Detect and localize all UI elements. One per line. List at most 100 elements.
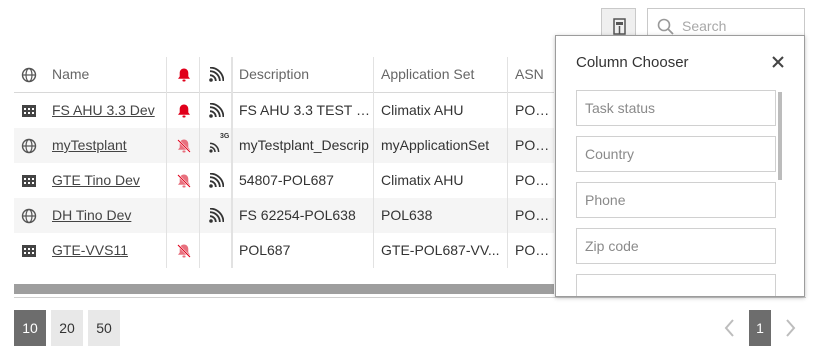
page-size-10[interactable]: 10	[14, 310, 46, 346]
table-row[interactable]: GTE-VVS11 POL687 GTE-POL687-VV... POL68	[14, 233, 554, 268]
plant-link[interactable]: GTE Tino Dev	[52, 172, 140, 188]
type-cell	[14, 233, 44, 268]
header-communication-column[interactable]	[200, 57, 232, 92]
application-set-cell: Climatix AHU	[381, 102, 464, 118]
header-asn[interactable]: ASN	[515, 57, 554, 92]
close-button[interactable]	[768, 52, 788, 72]
search-icon	[657, 18, 674, 35]
type-cell	[14, 163, 44, 198]
column-divider	[166, 57, 167, 268]
building-icon	[21, 103, 37, 119]
plant-link[interactable]: DH Tino Dev	[52, 207, 131, 223]
communication-cell	[200, 233, 232, 268]
header-description[interactable]: Description	[239, 57, 374, 92]
type-cell	[14, 93, 44, 128]
type-cell	[14, 128, 44, 163]
application-set-cell: Climatix AHU	[381, 172, 464, 188]
communication-cell	[200, 198, 232, 233]
plant-link[interactable]: GTE-VVS11	[52, 242, 128, 258]
alarm-cell	[168, 93, 200, 128]
footer-divider	[14, 297, 806, 298]
signal-icon	[209, 66, 224, 82]
globe-icon	[21, 67, 37, 82]
bell-muted-icon	[176, 243, 192, 259]
header-application-set[interactable]: Application Set	[381, 57, 506, 92]
signal-icon	[208, 172, 224, 189]
asn-cell: POL63	[515, 102, 554, 118]
building-icon	[21, 243, 37, 259]
alarm-cell	[168, 233, 200, 268]
chooser-field-zip-code[interactable]: Zip code	[576, 228, 776, 264]
alarm-cell	[168, 128, 200, 163]
signal-3g-icon: 3G	[208, 133, 229, 154]
column-chooser-title: Column Chooser	[576, 54, 689, 71]
asn-cell: POL68	[515, 242, 554, 258]
table-row[interactable]: GTE Tino Dev 54807-POL687 Climatix AHU POL6…	[14, 163, 554, 198]
page-size-20[interactable]: 20	[51, 310, 83, 346]
chooser-field-country[interactable]: Country	[576, 136, 776, 172]
description-cell: POL687	[239, 242, 291, 258]
asn-cell: POL68	[515, 172, 554, 188]
comm-badge: 3G	[220, 132, 230, 140]
chooser-field-label: Zip code	[585, 238, 639, 254]
header-alarm-column[interactable]	[168, 57, 200, 92]
chevron-right-icon	[786, 319, 796, 337]
chooser-field-label: Task status	[585, 100, 656, 116]
description-cell: 54807-POL687	[239, 172, 334, 188]
type-cell	[14, 198, 44, 233]
plants-grid: Name Description Application Set ASN FS …	[14, 57, 554, 268]
column-divider	[232, 57, 233, 268]
column-chooser-scrollbar[interactable]	[778, 92, 782, 180]
chooser-field-phone[interactable]: Phone	[576, 182, 776, 218]
plant-link[interactable]: myTestplant	[52, 137, 127, 153]
name-cell: myTestplant	[52, 128, 162, 163]
table-row[interactable]: FS AHU 3.3 Dev FS AHU 3.3 TEST R... Climat…	[14, 93, 554, 128]
page-size-50[interactable]: 50	[88, 310, 120, 346]
header-type-column[interactable]	[14, 57, 44, 92]
building-icon	[21, 173, 37, 189]
chooser-field-task-status[interactable]: Task status	[576, 90, 776, 126]
previous-page-button[interactable]	[722, 318, 738, 341]
header-name[interactable]: Name	[52, 57, 162, 92]
signal-icon	[208, 102, 224, 119]
search-placeholder: Search	[682, 18, 727, 34]
name-cell: FS AHU 3.3 Dev	[52, 93, 162, 128]
next-page-button[interactable]	[782, 318, 798, 341]
chooser-field-label: Country	[585, 146, 635, 162]
bell-icon	[178, 68, 190, 81]
description-cell: myTestplant_Descrip	[239, 137, 369, 153]
name-cell: GTE-VVS11	[52, 233, 162, 268]
page-button-1[interactable]: 1	[749, 310, 771, 346]
communication-cell	[200, 163, 232, 198]
asn-cell: POL68	[515, 137, 554, 153]
name-cell: DH Tino Dev	[52, 198, 162, 233]
chevron-left-icon	[724, 319, 734, 337]
close-icon	[772, 56, 784, 68]
globe-icon	[21, 208, 37, 224]
chooser-field-partial[interactable]	[576, 274, 776, 296]
table-row[interactable]: DH Tino Dev FS 62254-POL638 POL638 POL63	[14, 198, 554, 233]
column-divider	[507, 57, 508, 268]
bell-muted-icon	[176, 173, 192, 189]
application-set-cell: POL638	[381, 207, 433, 223]
asn-cell: POL63	[515, 207, 554, 223]
signal-icon	[208, 207, 224, 224]
grid-header: Name Description Application Set ASN	[14, 57, 554, 93]
name-cell: GTE Tino Dev	[52, 163, 162, 198]
column-divider	[199, 57, 200, 268]
table-row[interactable]: myTestplant 3G myTestplant_Descrip myApplic…	[14, 128, 554, 163]
column-divider	[373, 57, 374, 268]
bell-icon	[176, 103, 192, 119]
chooser-field-label: Phone	[585, 192, 626, 208]
bell-muted-icon	[176, 138, 192, 154]
alarm-cell	[168, 163, 200, 198]
communication-cell: 3G	[200, 128, 232, 163]
plant-link[interactable]: FS AHU 3.3 Dev	[52, 102, 155, 118]
column-chooser-panel: Column Chooser Task status Country Phone…	[555, 35, 805, 297]
horizontal-scrollbar[interactable]	[14, 284, 554, 294]
description-cell: FS AHU 3.3 TEST R...	[239, 102, 371, 118]
communication-cell	[200, 93, 232, 128]
description-cell: FS 62254-POL638	[239, 207, 356, 223]
alarm-cell	[168, 198, 200, 233]
globe-icon	[21, 138, 37, 154]
